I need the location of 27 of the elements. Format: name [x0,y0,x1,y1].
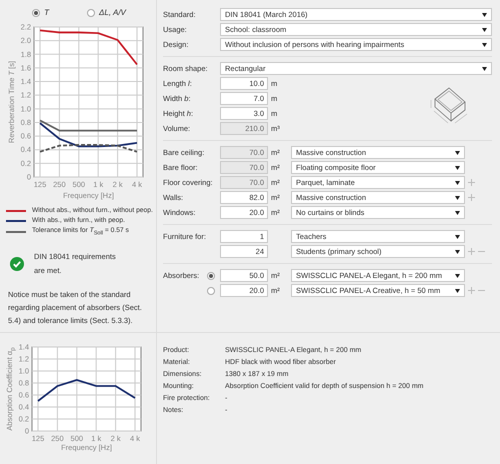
radio-button[interactable] [87,8,96,16]
caret-icon [482,66,487,70]
minus-icon[interactable] [478,248,485,255]
radio-button[interactable] [207,286,215,294]
legend-line [6,230,26,233]
caret-icon [455,234,460,238]
plus-icon[interactable] [468,287,475,294]
caret-icon [482,12,487,16]
minus-icon[interactable] [478,287,485,294]
caret-icon [482,28,487,32]
caret-icon [455,166,460,170]
plus-icon[interactable] [468,248,475,255]
plus-icon[interactable] [468,194,475,201]
caret-icon [455,250,460,254]
radio-label: T [44,8,50,17]
legend-line [6,210,26,212]
radio-label: ΔL, A/V [99,8,126,17]
caret-icon [455,180,460,184]
caret-icon [482,42,487,46]
caret-icon [455,274,460,278]
caret-icon [455,210,460,214]
caret-icon [455,288,460,292]
caret-icon [455,196,460,200]
legend-line [6,220,26,222]
radio-button[interactable] [32,8,40,16]
caret-icon [455,150,460,154]
radio-button[interactable] [207,272,215,280]
